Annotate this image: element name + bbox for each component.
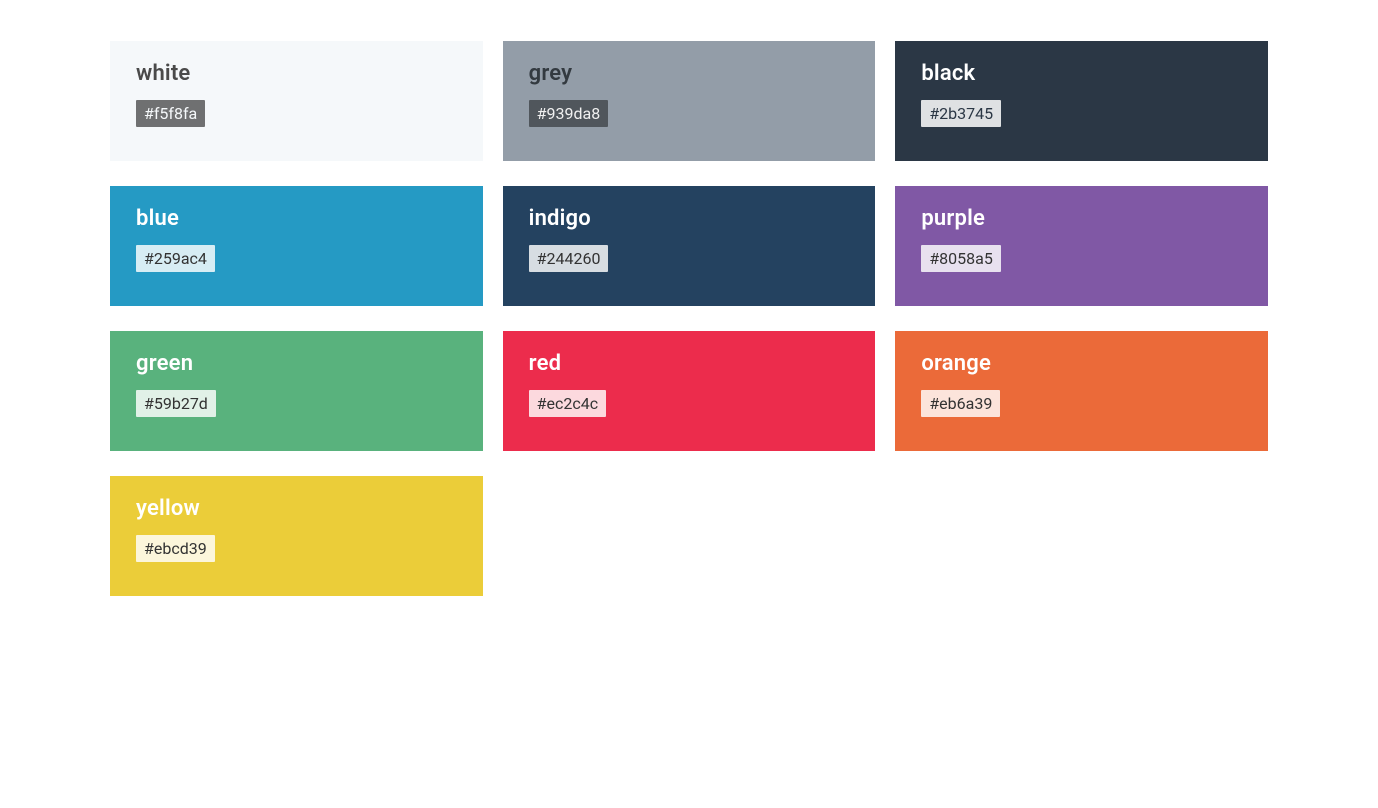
swatch-name: black	[921, 61, 1242, 86]
swatch-name: grey	[529, 61, 850, 86]
swatch-name: green	[136, 351, 457, 376]
swatch-red: red #ec2c4c	[503, 331, 876, 451]
swatch-grey: grey #939da8	[503, 41, 876, 161]
swatch-hex: #8058a5	[921, 245, 1001, 272]
swatch-hex: #244260	[529, 245, 609, 272]
swatch-hex: #259ac4	[136, 245, 215, 272]
swatch-name: red	[529, 351, 850, 376]
palette-grid: white #f5f8fa grey #939da8 black #2b3745…	[110, 41, 1268, 596]
swatch-indigo: indigo #244260	[503, 186, 876, 306]
swatch-purple: purple #8058a5	[895, 186, 1268, 306]
swatch-blue: blue #259ac4	[110, 186, 483, 306]
swatch-hex: #eb6a39	[921, 390, 1000, 417]
swatch-hex: #ec2c4c	[529, 390, 606, 417]
swatch-hex: #939da8	[529, 100, 609, 127]
swatch-hex: #59b27d	[136, 390, 216, 417]
swatch-green: green #59b27d	[110, 331, 483, 451]
swatch-black: black #2b3745	[895, 41, 1268, 161]
swatch-yellow: yellow #ebcd39	[110, 476, 483, 596]
swatch-name: indigo	[529, 206, 850, 231]
swatch-hex: #2b3745	[921, 100, 1001, 127]
swatch-orange: orange #eb6a39	[895, 331, 1268, 451]
swatch-name: white	[136, 61, 457, 86]
swatch-name: yellow	[136, 496, 457, 521]
swatch-name: blue	[136, 206, 457, 231]
swatch-white: white #f5f8fa	[110, 41, 483, 161]
swatch-name: purple	[921, 206, 1242, 231]
swatch-name: orange	[921, 351, 1242, 376]
swatch-hex: #ebcd39	[136, 535, 215, 562]
swatch-hex: #f5f8fa	[136, 100, 205, 127]
